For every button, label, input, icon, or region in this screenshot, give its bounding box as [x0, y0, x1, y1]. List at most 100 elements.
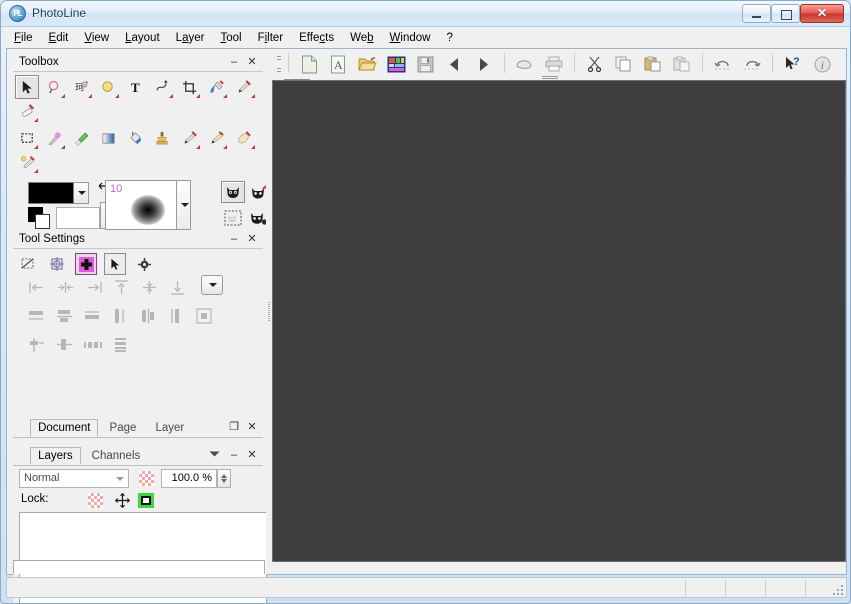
maximize-button[interactable] [771, 4, 800, 23]
opacity-value[interactable]: 100.0 % [161, 469, 217, 488]
close-button[interactable]: ✕ [800, 4, 844, 23]
space-equal-h-button[interactable] [81, 333, 105, 357]
add-mode-button[interactable] [75, 253, 98, 275]
sponge-tool[interactable] [69, 126, 93, 150]
distribute-bottom-edges-button[interactable] [81, 304, 105, 328]
previous-button[interactable] [441, 51, 467, 77]
distribute-frame-button[interactable] [193, 304, 217, 328]
distribute-left-edges-button[interactable] [109, 304, 133, 328]
align-middle-vertical-button[interactable] [137, 275, 161, 299]
cut-button[interactable] [582, 51, 608, 77]
align-center-horizontal-button[interactable] [53, 275, 77, 299]
align-top-button[interactable] [109, 275, 133, 299]
menu-layer[interactable]: Layer [168, 30, 213, 46]
sharpen-tool[interactable] [204, 126, 228, 150]
print-button[interactable] [541, 51, 567, 77]
dodge-burn-tool[interactable] [15, 150, 39, 174]
tab-layers[interactable]: Layers [30, 447, 81, 465]
copy-button[interactable] [611, 51, 637, 77]
path-tool[interactable] [150, 75, 174, 99]
pipette-tool[interactable] [204, 75, 228, 99]
toolbox-minimize-button[interactable]: – [227, 56, 241, 70]
crop-tool[interactable] [177, 75, 201, 99]
finger-tool[interactable] [232, 126, 256, 150]
mask-select-button[interactable] [221, 207, 245, 229]
pointer-mode-button[interactable] [104, 253, 127, 275]
next-button[interactable] [470, 51, 496, 77]
tab-layer[interactable]: Layer [147, 419, 192, 437]
align-right-button[interactable] [81, 275, 105, 299]
paste-into-button[interactable] [669, 51, 695, 77]
context-help-button[interactable]: ? [780, 51, 806, 77]
document-close-button[interactable]: ✕ [245, 421, 259, 435]
smudge-tool[interactable] [177, 126, 201, 150]
save-button[interactable] [412, 51, 438, 77]
resize-grip-icon[interactable] [831, 583, 843, 595]
magic-wand-tool[interactable] [42, 126, 66, 150]
ellipse-tool[interactable] [96, 75, 120, 99]
minimize-button[interactable] [742, 4, 771, 23]
distribute-centers-v-button[interactable] [137, 304, 161, 328]
lock-all-button[interactable] [138, 493, 154, 508]
text-tool[interactable]: T [123, 75, 147, 99]
tab-document[interactable]: Document [30, 419, 99, 437]
opacity-stepper[interactable] [217, 469, 231, 488]
menu-filter[interactable]: Filter [250, 30, 292, 46]
fill-bucket-tool[interactable] [123, 126, 147, 150]
tool-settings-close-button[interactable]: ✕ [245, 233, 259, 247]
align-left-button[interactable] [25, 275, 49, 299]
blend-mode-select[interactable]: Normal [19, 469, 129, 488]
eraser-tool[interactable] [15, 99, 39, 123]
new-document-button[interactable] [296, 51, 322, 77]
scan-button[interactable] [512, 51, 538, 77]
layers-menu-button[interactable] [209, 450, 223, 464]
paste-button[interactable] [640, 51, 666, 77]
new-text-button[interactable]: A [325, 51, 351, 77]
info-button[interactable]: i [809, 51, 835, 77]
space-vertical-button[interactable] [53, 333, 77, 357]
layers-minimize-button[interactable]: – [227, 449, 241, 463]
menu-effects[interactable]: Effects [291, 30, 342, 46]
background-color-field[interactable] [56, 207, 100, 229]
menu-web[interactable]: Web [342, 30, 381, 46]
clone-stamp-tool[interactable] [150, 126, 174, 150]
tool-settings-minimize-button[interactable]: – [227, 233, 241, 247]
redo-button[interactable] [739, 51, 765, 77]
marquee-select-tool[interactable] [15, 126, 39, 150]
gradient-tool[interactable] [96, 126, 120, 150]
lock-position-button[interactable] [113, 491, 131, 509]
move-select-tool[interactable] [15, 75, 39, 99]
browser-button[interactable] [383, 51, 409, 77]
lasso-tool[interactable] [42, 75, 66, 99]
foreground-color-swatch[interactable] [28, 182, 74, 204]
mask-edit-button[interactable] [221, 181, 245, 203]
paintbrush-tool[interactable] [232, 75, 256, 99]
menu-edit[interactable]: Edit [41, 30, 77, 46]
space-equal-v-button[interactable] [109, 333, 133, 357]
document-maximize-button[interactable]: ❐ [227, 421, 241, 435]
undo-button[interactable] [710, 51, 736, 77]
canvas-workspace[interactable] [272, 80, 846, 562]
layers-close-button[interactable]: ✕ [245, 449, 259, 463]
align-bottom-button[interactable] [165, 275, 189, 299]
background-color-swatch[interactable] [28, 207, 50, 229]
open-file-button[interactable] [354, 51, 380, 77]
menu-view[interactable]: View [76, 30, 117, 46]
tab-channels[interactable]: Channels [84, 447, 149, 465]
toolbox-close-button[interactable]: ✕ [245, 56, 259, 70]
toolbar-grip-icon[interactable] [276, 53, 282, 75]
brush-dropdown[interactable] [176, 180, 191, 230]
distribute-centers-h-button[interactable] [53, 304, 77, 328]
no-selection-button[interactable] [17, 253, 39, 275]
space-horizontal-button[interactable] [25, 333, 49, 357]
transform-mode-button[interactable] [46, 253, 68, 275]
foreground-color-dropdown[interactable] [74, 182, 89, 204]
distribute-right-edges-button[interactable] [165, 304, 189, 328]
align-more-button[interactable] [201, 275, 224, 295]
menu-file[interactable]: File [6, 30, 41, 46]
distribute-top-edges-button[interactable] [25, 304, 49, 328]
menu-window[interactable]: Window [382, 30, 439, 46]
tab-page[interactable]: Page [102, 419, 145, 437]
settings-button[interactable] [133, 253, 155, 275]
lock-transparency-button[interactable] [88, 493, 103, 508]
